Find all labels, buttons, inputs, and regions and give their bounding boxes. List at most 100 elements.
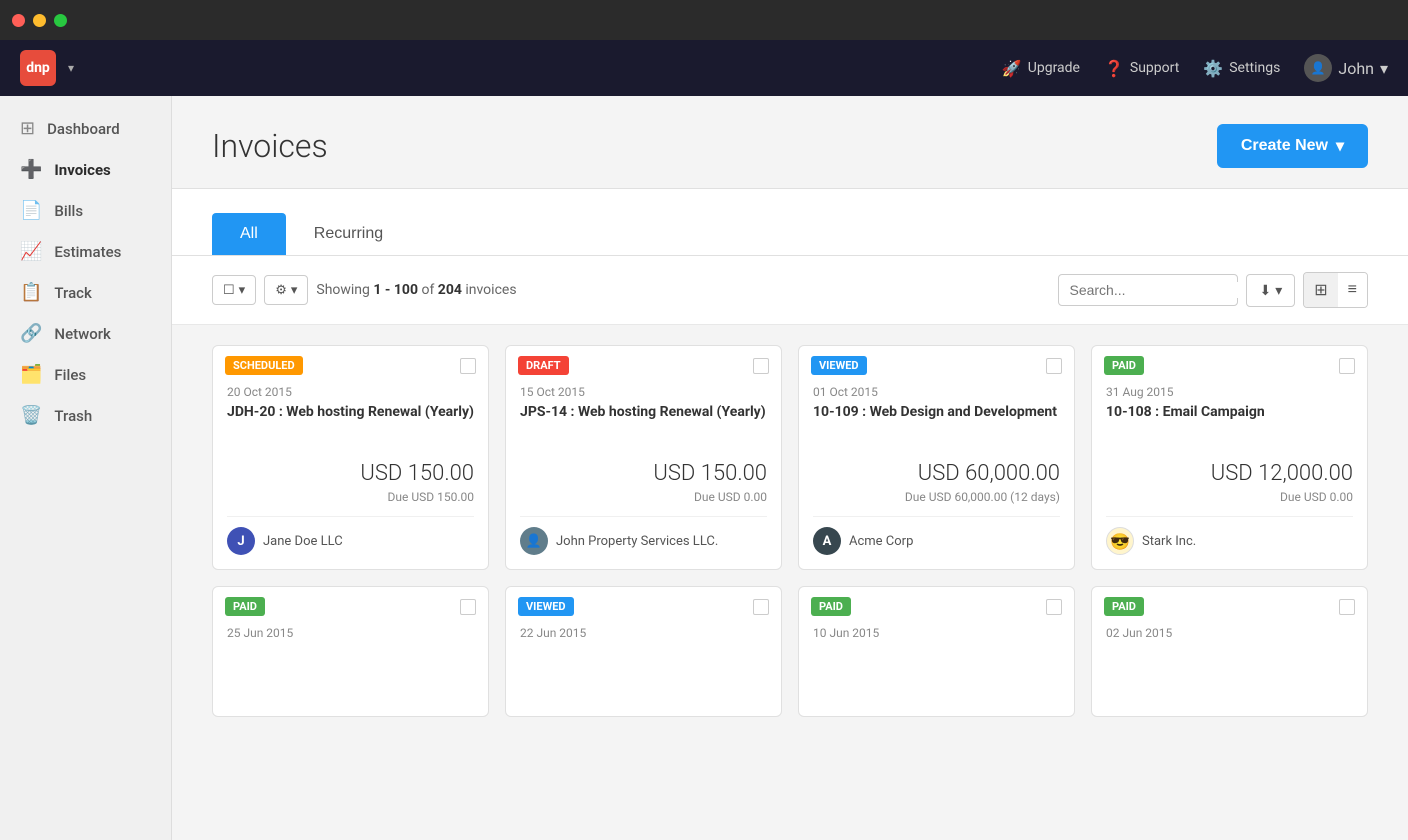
create-new-button[interactable]: Create New ▾ xyxy=(1217,124,1368,168)
card-header: PAID xyxy=(213,587,488,616)
create-new-chevron-icon: ▾ xyxy=(1336,136,1344,156)
card-title: 10-108 : Email Campaign xyxy=(1106,403,1353,445)
card-due: Due USD 150.00 xyxy=(227,490,474,504)
status-badge: PAID xyxy=(1104,597,1144,616)
sidebar-item-label: Network xyxy=(54,325,110,343)
card-amount: USD 12,000.00 xyxy=(1106,461,1353,486)
trash-icon: 🗑️ xyxy=(20,405,42,426)
support-button[interactable]: ❓ Support xyxy=(1104,59,1179,78)
sidebar-item-label: Dashboard xyxy=(47,120,120,138)
sidebar-item-trash[interactable]: 🗑️ Trash xyxy=(0,395,171,436)
invoice-card[interactable]: VIEWED 22 Jun 2015 xyxy=(505,586,782,717)
client-name: Jane Doe LLC xyxy=(263,534,343,549)
sidebar-item-estimates[interactable]: 📈 Estimates xyxy=(0,231,171,272)
card-body: 01 Oct 2015 10-109 : Web Design and Deve… xyxy=(799,375,1074,569)
tab-all[interactable]: All xyxy=(212,213,286,255)
card-client: J Jane Doe LLC xyxy=(227,516,474,555)
client-avatar: 😎 xyxy=(1106,527,1134,555)
card-date: 25 Jun 2015 xyxy=(227,626,474,640)
settings-icon: ⚙️ xyxy=(1203,59,1223,78)
select-all-checkbox[interactable]: ☐ ▾ xyxy=(212,275,256,305)
card-header: SCHEDULED xyxy=(213,346,488,375)
card-checkbox[interactable] xyxy=(1046,599,1062,615)
card-client: 😎 Stark Inc. xyxy=(1106,516,1353,555)
invoice-card[interactable]: PAID 10 Jun 2015 xyxy=(798,586,1075,717)
status-badge: PAID xyxy=(1104,356,1144,375)
card-body: 25 Jun 2015 xyxy=(213,616,488,716)
window-fullscreen-dot[interactable] xyxy=(54,14,67,27)
card-amount: USD 150.00 xyxy=(227,461,474,486)
card-client: 👤 John Property Services LLC. xyxy=(520,516,767,555)
card-title xyxy=(813,644,1060,686)
title-bar xyxy=(0,0,1408,40)
sidebar-item-dashboard[interactable]: ⊞ Dashboard xyxy=(0,108,171,149)
user-menu[interactable]: 👤 John ▾ xyxy=(1304,54,1388,82)
card-header: PAID xyxy=(799,587,1074,616)
client-name: John Property Services LLC. xyxy=(556,534,718,549)
card-checkbox[interactable] xyxy=(753,599,769,615)
view-toggle: ⊞ ≡ xyxy=(1303,272,1368,308)
invoice-card[interactable]: VIEWED 01 Oct 2015 10-109 : Web Design a… xyxy=(798,345,1075,570)
upgrade-button[interactable]: 🚀 Upgrade xyxy=(1002,59,1080,78)
status-badge: VIEWED xyxy=(811,356,867,375)
sidebar-item-bills[interactable]: 📄 Bills xyxy=(0,190,171,231)
card-body: 22 Jun 2015 xyxy=(506,616,781,716)
card-amount: USD 60,000.00 xyxy=(813,461,1060,486)
status-badge: PAID xyxy=(225,597,265,616)
window-close-dot[interactable] xyxy=(12,14,25,27)
invoice-card[interactable]: PAID 31 Aug 2015 10-108 : Email Campaign… xyxy=(1091,345,1368,570)
tab-recurring[interactable]: Recurring xyxy=(286,213,411,255)
logo-badge[interactable]: dnp xyxy=(20,50,56,86)
invoice-card[interactable]: DRAFT 15 Oct 2015 JPS-14 : Web hosting R… xyxy=(505,345,782,570)
top-nav: dnp ▾ 🚀 Upgrade ❓ Support ⚙️ Settings 👤 … xyxy=(0,40,1408,96)
client-name: Stark Inc. xyxy=(1142,534,1196,549)
grid-view-button[interactable]: ⊞ xyxy=(1304,273,1337,307)
network-icon: 🔗 xyxy=(20,323,42,344)
search-box[interactable]: 🔍 xyxy=(1058,274,1238,306)
sidebar-item-invoices[interactable]: ➕ Invoices xyxy=(0,149,171,190)
settings-button[interactable]: ⚙️ Settings xyxy=(1203,59,1280,78)
card-checkbox[interactable] xyxy=(460,599,476,615)
card-body: 10 Jun 2015 xyxy=(799,616,1074,716)
sidebar: ⊞ Dashboard ➕ Invoices 📄 Bills 📈 Estimat… xyxy=(0,96,172,840)
showing-count: Showing 1 - 100 of 204 invoices xyxy=(316,282,1050,298)
invoice-card[interactable]: PAID 02 Jun 2015 xyxy=(1091,586,1368,717)
card-date: 10 Jun 2015 xyxy=(813,626,1060,640)
bulk-actions-button[interactable]: ⚙ ▾ xyxy=(264,275,308,305)
cards-area: SCHEDULED 20 Oct 2015 JDH-20 : Web hosti… xyxy=(172,325,1408,737)
card-title: JDH-20 : Web hosting Renewal (Yearly) xyxy=(227,403,474,445)
card-checkbox[interactable] xyxy=(1339,358,1355,374)
card-date: 02 Jun 2015 xyxy=(1106,626,1353,640)
logo-dropdown-chevron[interactable]: ▾ xyxy=(68,61,74,75)
estimates-icon: 📈 xyxy=(20,241,42,262)
avatar: 👤 xyxy=(1304,54,1332,82)
sidebar-item-label: Trash xyxy=(54,407,92,425)
card-title: 10-109 : Web Design and Development xyxy=(813,403,1060,445)
card-checkbox[interactable] xyxy=(460,358,476,374)
client-name: Acme Corp xyxy=(849,534,913,549)
filter-button[interactable]: ⬇ ▾ xyxy=(1246,274,1295,307)
card-checkbox[interactable] xyxy=(1339,599,1355,615)
status-badge: VIEWED xyxy=(518,597,574,616)
card-header: DRAFT xyxy=(506,346,781,375)
card-checkbox[interactable] xyxy=(1046,358,1062,374)
filter-icon: ⬇ xyxy=(1259,282,1271,299)
window-minimize-dot[interactable] xyxy=(33,14,46,27)
nav-actions: 🚀 Upgrade ❓ Support ⚙️ Settings 👤 John ▾ xyxy=(1002,54,1388,82)
invoice-card[interactable]: PAID 25 Jun 2015 xyxy=(212,586,489,717)
card-title: JPS-14 : Web hosting Renewal (Yearly) xyxy=(520,403,767,445)
status-badge: PAID xyxy=(811,597,851,616)
cards-grid: SCHEDULED 20 Oct 2015 JDH-20 : Web hosti… xyxy=(212,345,1368,717)
sidebar-item-track[interactable]: 📋 Track xyxy=(0,272,171,313)
upgrade-icon: 🚀 xyxy=(1002,59,1022,78)
dashboard-icon: ⊞ xyxy=(20,118,35,139)
invoice-card[interactable]: SCHEDULED 20 Oct 2015 JDH-20 : Web hosti… xyxy=(212,345,489,570)
sidebar-item-network[interactable]: 🔗 Network xyxy=(0,313,171,354)
search-input[interactable] xyxy=(1069,282,1250,298)
create-new-label: Create New xyxy=(1241,137,1328,155)
sidebar-item-files[interactable]: 🗂️ Files xyxy=(0,354,171,395)
tabs: All Recurring xyxy=(212,213,1368,255)
list-view-button[interactable]: ≡ xyxy=(1338,273,1367,307)
sidebar-item-label: Estimates xyxy=(54,243,121,261)
card-checkbox[interactable] xyxy=(753,358,769,374)
